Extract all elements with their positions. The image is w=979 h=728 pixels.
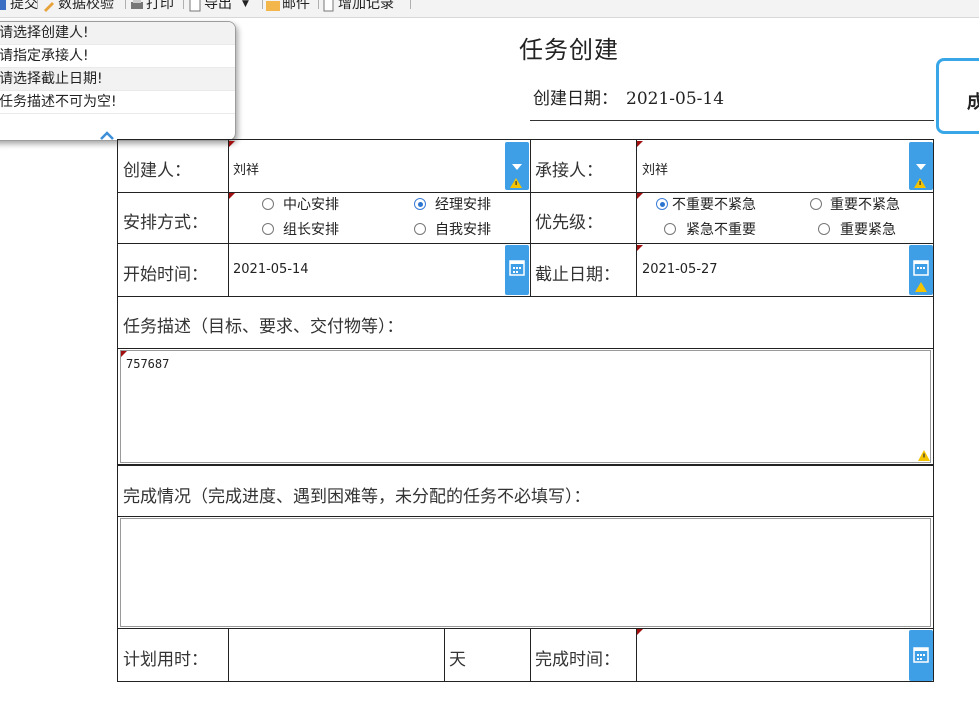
start-time-label: 开始时间： (123, 265, 208, 285)
radio-circle (262, 198, 274, 210)
validate-button[interactable]: 数据校验 (42, 0, 114, 15)
row-divider (118, 192, 933, 193)
arrangement-label: 安排方式： (123, 213, 208, 233)
calendar-icon (509, 260, 525, 276)
assignee-field[interactable]: 刘祥 (642, 159, 668, 178)
creator-label: 创建人： (123, 161, 191, 181)
deadline-date-picker-button[interactable] (909, 245, 933, 295)
validation-message: 请指定承接人! (0, 45, 235, 68)
assignee-label: 承接人： (535, 161, 603, 181)
export-icon (188, 0, 202, 12)
creator-dropdown-button[interactable] (505, 142, 529, 190)
radio-circle (262, 223, 274, 235)
chevron-up-icon[interactable] (100, 126, 114, 140)
print-button[interactable]: 打印 (130, 0, 174, 15)
created-date-label: 创建日期： (533, 89, 618, 109)
deadline-label: 截止日期： (535, 265, 620, 285)
radio-circle (818, 223, 830, 235)
chevron-down-icon[interactable]: ▼ (242, 0, 249, 15)
planned-time-unit: 天 (449, 650, 466, 670)
mail-icon (266, 0, 280, 11)
add-record-icon (322, 0, 336, 12)
description-textarea[interactable]: 757687 (120, 350, 931, 463)
row-divider (118, 516, 933, 517)
radio-circle (414, 223, 426, 235)
row-divider (118, 628, 933, 629)
radio-not-important-not-urgent[interactable]: 不重要不紧急 (656, 194, 756, 214)
side-panel-card[interactable]: 成 (936, 58, 979, 134)
col-divider (636, 628, 637, 682)
required-marker (637, 245, 643, 251)
created-date-row: 创建日期： 2021-05-14 (533, 84, 724, 109)
col-divider (636, 140, 637, 297)
finish-time-label: 完成时间： (535, 650, 620, 670)
toolbar-separator (183, 0, 184, 9)
finish-date-picker-button[interactable] (909, 630, 933, 681)
radio-circle (414, 198, 426, 210)
deadline-field[interactable]: 2021-05-27 (642, 262, 718, 277)
radio-urgent-not-important[interactable]: 紧急不重要 (664, 219, 756, 239)
chevron-down-icon (510, 164, 522, 188)
radio-center-arrange[interactable]: 中心安排 (262, 194, 339, 214)
planned-time-label: 计划用时： (123, 650, 208, 670)
col-divider (530, 140, 531, 297)
validation-message: 请选择创建人! (0, 22, 235, 45)
submit-icon (0, 0, 8, 11)
assignee-dropdown-button[interactable] (909, 142, 933, 190)
toolbar-separator (410, 0, 411, 9)
pencil-icon (42, 0, 56, 12)
toolbar-separator (262, 0, 263, 9)
row-divider (118, 348, 933, 349)
toolbar-separator (37, 0, 38, 9)
radio-circle (656, 198, 668, 210)
col-divider (530, 628, 531, 682)
radio-manager-arrange[interactable]: 经理安排 (414, 194, 491, 214)
radio-important-not-urgent[interactable]: 重要不紧急 (810, 194, 900, 214)
start-time-field[interactable]: 2021-05-14 (233, 262, 309, 277)
toolbar-separator (125, 0, 126, 9)
radio-important-urgent[interactable]: 重要紧急 (818, 219, 896, 239)
warning-icon (918, 450, 930, 461)
calendar-icon (913, 260, 929, 292)
mail-button[interactable]: 邮件 (266, 0, 310, 15)
creator-field[interactable]: 刘祥 (233, 159, 259, 178)
completion-textarea[interactable] (120, 518, 931, 627)
calendar-icon (913, 647, 929, 663)
row-divider (118, 243, 933, 244)
description-label: 任务描述（目标、要求、交付物等）： (123, 317, 404, 337)
toolbar: 提交 数据校验 打印 导出 ▼ 邮件 增加记录 (0, 0, 979, 18)
row-divider (118, 296, 933, 297)
title-underline (530, 120, 934, 121)
chevron-down-icon (914, 164, 926, 188)
page-title: 任务创建 (519, 36, 619, 64)
required-marker (637, 193, 643, 199)
required-marker (229, 193, 235, 199)
col-divider (228, 628, 229, 682)
add-record-button[interactable]: 增加记录 (322, 0, 394, 15)
radio-circle (810, 198, 822, 210)
validation-message: 任务描述不可为空! (0, 91, 235, 114)
col-divider (228, 140, 229, 297)
submit-button[interactable]: 提交 (0, 0, 38, 15)
export-button[interactable]: 导出 ▼ (188, 0, 249, 15)
validation-popup: 请选择创建人! 请指定承接人! 请选择截止日期! 任务描述不可为空! (0, 21, 236, 141)
side-card-text: 成 (967, 92, 979, 113)
description-text: 757687 (126, 357, 170, 371)
task-form: 创建人： 刘祥 承接人： 刘祥 安排方式： 中心安排 经理安排 组长安排 自我安… (117, 139, 934, 682)
completion-label: 完成情况（完成进度、遇到困难等，未分配的任务不必填写）： (123, 487, 591, 507)
start-date-picker-button[interactable] (505, 245, 529, 295)
row-divider (118, 464, 933, 466)
printer-icon (130, 0, 144, 11)
created-date-value: 2021-05-14 (626, 89, 725, 109)
required-marker (229, 141, 235, 147)
toolbar-separator (318, 0, 319, 9)
priority-label: 优先级： (535, 213, 603, 233)
required-marker (637, 629, 643, 635)
radio-self-arrange[interactable]: 自我安排 (414, 219, 491, 239)
col-divider (444, 628, 445, 682)
required-marker (637, 141, 643, 147)
radio-leader-arrange[interactable]: 组长安排 (262, 219, 339, 239)
radio-circle (664, 223, 676, 235)
validation-message: 请选择截止日期! (0, 68, 235, 91)
